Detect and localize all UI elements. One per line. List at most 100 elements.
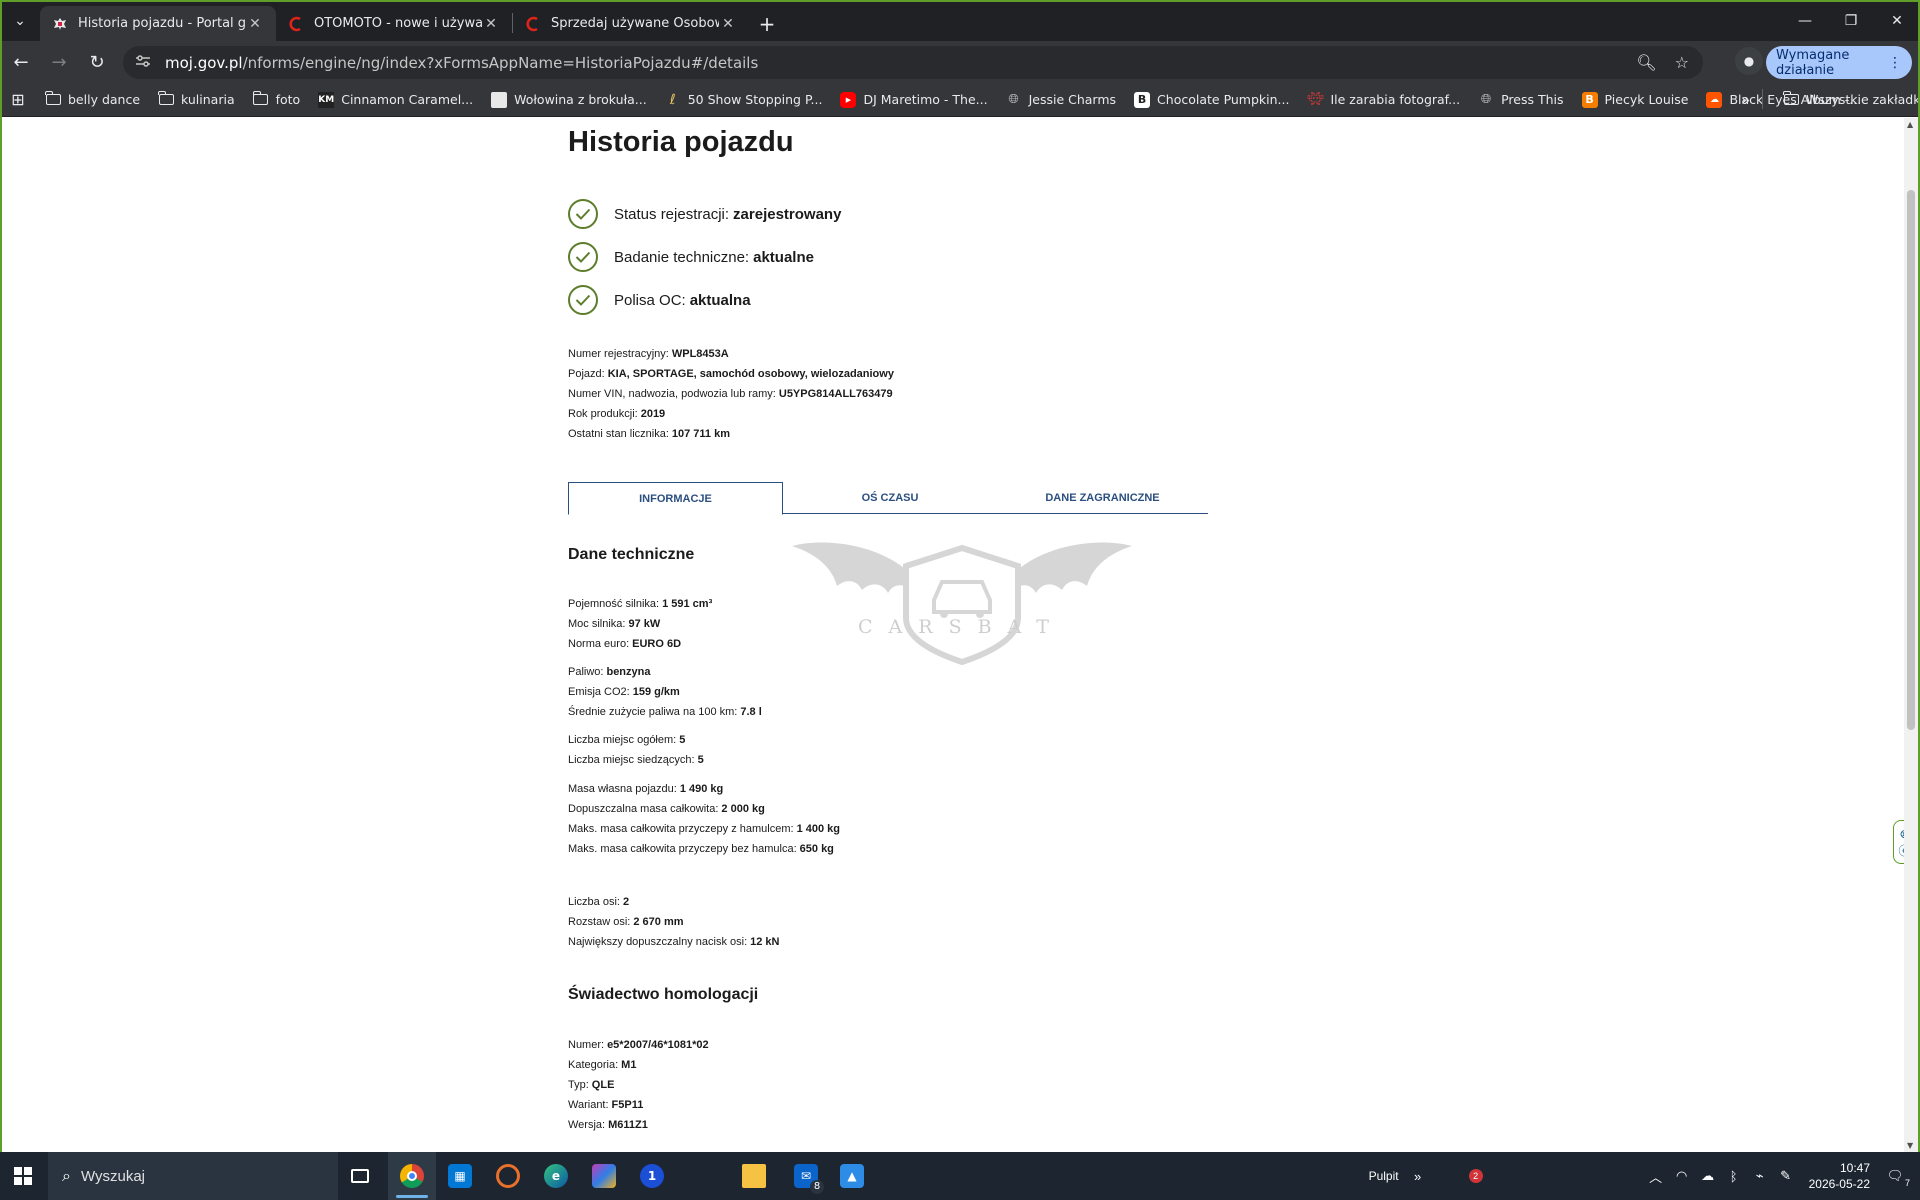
more-bookmarks-button[interactable]: » bbox=[1732, 86, 1759, 114]
address-bar[interactable]: moj.gov.pl/nforms/engine/ng/index?xForms… bbox=[123, 46, 1703, 79]
task-view-button[interactable] bbox=[336, 1152, 384, 1200]
close-icon[interactable]: ✕ bbox=[719, 16, 737, 32]
back-button[interactable]: ← bbox=[4, 45, 38, 79]
bookmark-item[interactable]: Wołowina z brokuła... bbox=[482, 86, 656, 114]
zoom-icon[interactable]: 🔍︎ bbox=[1636, 53, 1656, 72]
info-line: Masa własna pojazdu: 1 490 kg bbox=[568, 779, 840, 799]
taskbar-1password[interactable]: 1 bbox=[628, 1152, 676, 1200]
browser-tab-historia[interactable]: Historia pojazdu - Portal gov.pl ✕ bbox=[40, 6, 276, 41]
close-icon[interactable]: ✕ bbox=[482, 16, 500, 32]
info-line: Średnie zużycie paliwa na 100 km: 7.8 l bbox=[568, 702, 762, 722]
taskbar-store[interactable]: ▦ bbox=[436, 1152, 484, 1200]
section-title-tech: Dane techniczne bbox=[568, 546, 695, 563]
tab-strip: ⌄ Historia pojazdu - Portal gov.pl ✕ OTO… bbox=[0, 0, 1920, 41]
taskbar-mail[interactable]: ✉ 8 bbox=[782, 1152, 830, 1200]
taskbar-search[interactable]: ⌕ Wyszukaj bbox=[48, 1152, 338, 1200]
taskbar-app-orbit[interactable] bbox=[484, 1152, 532, 1200]
bookmark-folder[interactable]: kulinaria bbox=[149, 86, 244, 114]
onedrive-icon[interactable]: ☁ bbox=[1697, 1168, 1719, 1184]
taskbar-photos[interactable]: ▲ bbox=[828, 1152, 876, 1200]
info-value: 12 kN bbox=[750, 936, 780, 948]
bookmark-label: Wołowina z brokuła... bbox=[514, 92, 647, 107]
globe-icon: 🌐︎ bbox=[1008, 92, 1019, 107]
info-value: U5YPG814ALL763479 bbox=[778, 388, 893, 400]
info-value: 1 400 kg bbox=[796, 823, 840, 835]
bookmarks-bar: ⊞ belly dance kulinaria foto KM Cinnamon … bbox=[0, 83, 1920, 117]
bookmark-item[interactable]: 👾︎ Ile zarabia fotograf... bbox=[1298, 86, 1469, 114]
info-value: EURO 6D bbox=[632, 638, 682, 650]
carsbat-watermark: CARSBAT bbox=[792, 538, 1132, 668]
desktop-label[interactable]: Pulpit bbox=[1369, 1169, 1399, 1183]
notification-badge[interactable]: 2 bbox=[1468, 1169, 1483, 1183]
status-value: aktualna bbox=[689, 291, 751, 309]
bookmark-item[interactable]: B Piecyk Louise bbox=[1573, 86, 1698, 114]
status-inspection: Badanie techniczne: aktualne bbox=[568, 242, 814, 272]
close-icon[interactable]: ✕ bbox=[246, 16, 264, 32]
bookmark-item[interactable]: 🌐︎ Press This bbox=[1469, 86, 1572, 114]
bookmark-list: belly dance kulinaria foto KM Cinnamon Ca… bbox=[36, 86, 1870, 114]
page-scrollbar[interactable]: ▲ ▼ bbox=[1904, 118, 1918, 1152]
tab-title: OTOMOTO - nowe i używane sa bbox=[314, 16, 482, 31]
info-value: QLE bbox=[591, 1079, 615, 1091]
bluetooth-icon[interactable]: ᛒ bbox=[1723, 1169, 1745, 1184]
restore-button[interactable]: ❐ bbox=[1828, 0, 1874, 41]
bookmark-item[interactable]: ▶ DJ Maretimo - The... bbox=[831, 86, 996, 114]
start-button[interactable] bbox=[0, 1152, 46, 1200]
status-label: Polisa OC: bbox=[614, 291, 686, 309]
browser-tab-otomoto[interactable]: OTOMOTO - nowe i używane sa ✕ bbox=[276, 6, 512, 41]
all-bookmarks-folder[interactable]: Wszystkie zakładki bbox=[1774, 86, 1920, 114]
pen-icon[interactable]: ✎ bbox=[1775, 1168, 1797, 1184]
chevron-up-icon[interactable]: ︿ bbox=[1645, 1167, 1667, 1186]
profile-avatar[interactable]: ● bbox=[1735, 47, 1763, 75]
info-label: Liczba miejsc siedzących: bbox=[568, 754, 695, 766]
bookmark-item[interactable]: KM Cinnamon Caramel... bbox=[309, 86, 482, 114]
orbit-icon bbox=[496, 1164, 520, 1188]
close-window-button[interactable]: ✕ bbox=[1874, 0, 1920, 41]
wifi-icon[interactable]: ◠ bbox=[1671, 1168, 1693, 1184]
site-info-icon[interactable] bbox=[135, 54, 157, 72]
taskbar-edge[interactable]: e bbox=[532, 1152, 580, 1200]
tab-search-button[interactable]: ⌄ bbox=[0, 0, 40, 41]
check-circle-icon bbox=[568, 285, 598, 315]
bookmark-folder[interactable]: belly dance bbox=[36, 86, 149, 114]
search-placeholder: Wyszukaj bbox=[80, 1167, 146, 1185]
tab-dane-zagraniczne[interactable]: DANE ZAGRANICZNE bbox=[997, 482, 1208, 514]
system-tray: Pulpit » 2 ︿ ◠ ☁ ᛒ ⌁ ✎ 10:47 2026-05-22 … bbox=[1369, 1152, 1920, 1200]
info-label: Masa własna pojazdu: bbox=[568, 783, 677, 795]
reload-button[interactable]: ↻ bbox=[80, 45, 114, 79]
info-line: Numer: e5*2007/46*1081*02 bbox=[568, 1035, 709, 1055]
tab-informacje[interactable]: INFORMACJE bbox=[568, 482, 783, 515]
taskbar-chrome[interactable] bbox=[388, 1152, 436, 1200]
bookmark-item[interactable]: 🌐︎ Jessie Charms bbox=[997, 86, 1125, 114]
taskbar-explorer[interactable] bbox=[730, 1152, 778, 1200]
chevron-double-right-icon[interactable]: » bbox=[1407, 1169, 1429, 1184]
clock[interactable]: 10:47 2026-05-22 bbox=[1809, 1160, 1870, 1192]
tab-os-czasu[interactable]: OŚ CZASU bbox=[783, 482, 997, 514]
bookmark-item[interactable]: B Chocolate Pumpkin... bbox=[1125, 86, 1298, 114]
tech-group-seats: Liczba miejsc ogółem: 5 Liczba miejsc sie… bbox=[568, 730, 704, 770]
scroll-down-icon[interactable]: ▼ bbox=[1907, 1141, 1913, 1150]
browser-tab-sprzedaj[interactable]: Sprzedaj używane Osobowe | O ✕ bbox=[513, 6, 749, 41]
km-icon: KM bbox=[318, 91, 335, 108]
close-icon: ✕ bbox=[1891, 12, 1903, 29]
scrollbar-thumb[interactable] bbox=[1907, 190, 1915, 730]
bookmark-folder[interactable]: foto bbox=[244, 86, 310, 114]
status-value: zarejestrowany bbox=[733, 205, 842, 223]
forward-button[interactable]: → bbox=[42, 45, 76, 79]
scroll-up-icon[interactable]: ▲ bbox=[1907, 120, 1913, 129]
bookmark-item[interactable]: ℓ 50 Show Stopping P... bbox=[656, 86, 832, 114]
action-required-button[interactable]: Wymagane działanie ⋮ bbox=[1766, 46, 1912, 79]
taskbar-m365[interactable] bbox=[580, 1152, 628, 1200]
minimize-button[interactable]: — bbox=[1782, 0, 1828, 41]
star-icon[interactable]: ☆ bbox=[1675, 53, 1689, 72]
info-line: Wersja: M611Z1 bbox=[568, 1115, 709, 1135]
clock-date: 2026-05-22 bbox=[1808, 1177, 1870, 1191]
photos-icon: ▲ bbox=[840, 1164, 864, 1188]
details-tabs: INFORMACJE OŚ CZASU DANE ZAGRANICZNE bbox=[568, 482, 1208, 515]
tech-group-fuel: Paliwo: benzyna Emisja CO2: 159 g/km Średn… bbox=[568, 662, 762, 722]
usb-icon[interactable]: ⌁ bbox=[1749, 1168, 1771, 1184]
new-tab-button[interactable]: + bbox=[749, 6, 785, 41]
action-center-icon[interactable]: 🗨︎ 7 bbox=[1884, 1168, 1910, 1188]
info-line: Dopuszczalna masa całkowita: 2 000 kg bbox=[568, 799, 840, 819]
apps-grid-icon[interactable]: ⊞ bbox=[0, 90, 36, 109]
